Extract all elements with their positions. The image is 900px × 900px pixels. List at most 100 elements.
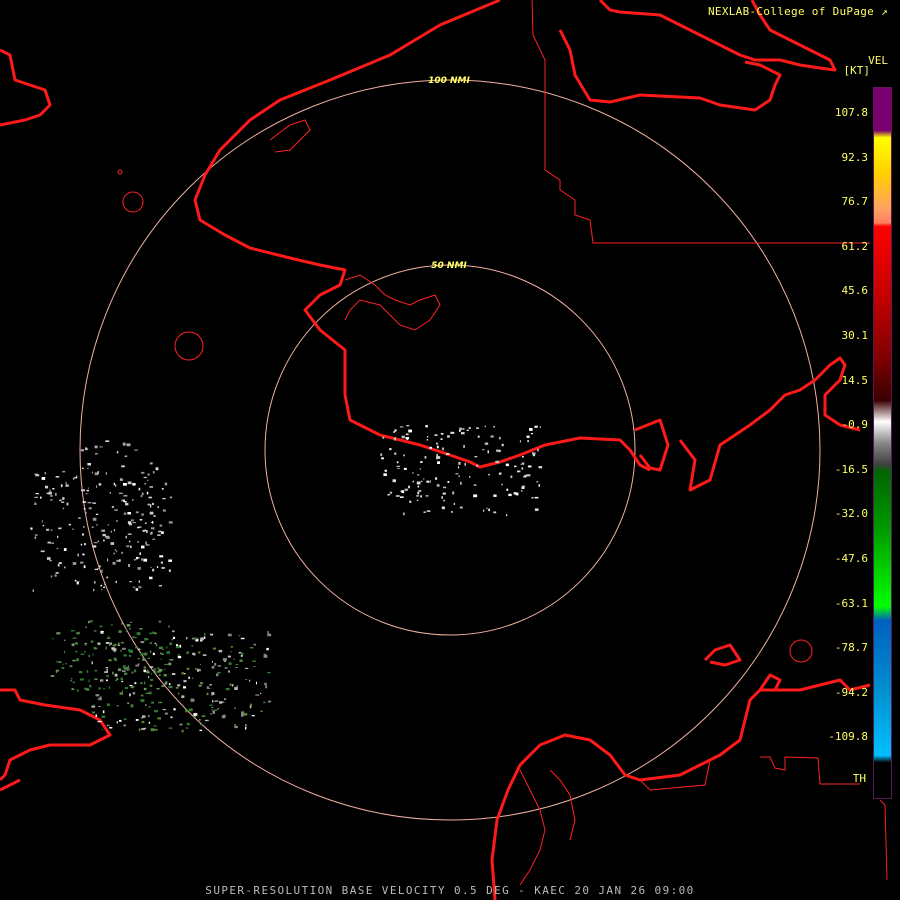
echo-pixel — [126, 624, 131, 627]
echo-pixel — [234, 687, 238, 690]
echo-pixel — [34, 536, 37, 539]
echo-pixel — [114, 673, 118, 677]
echo-pixel — [426, 436, 429, 438]
echo-pixel — [159, 555, 164, 558]
echo-pixel — [198, 651, 201, 654]
echo-pixel — [222, 658, 227, 661]
echo-pixel — [127, 533, 132, 535]
echo-pixel — [227, 655, 231, 658]
echo-pixel — [58, 527, 62, 530]
echo-pixel — [121, 681, 124, 683]
echo-pixel — [129, 545, 132, 549]
echo-pixel — [143, 476, 147, 479]
echo-pixel — [389, 448, 392, 451]
echo-pixel — [469, 476, 471, 478]
echo-pixel — [423, 478, 425, 480]
echo-pixel — [121, 465, 125, 468]
echo-pixel — [106, 703, 110, 707]
echo-pixel — [71, 678, 73, 680]
echo-pixel — [113, 482, 115, 486]
echo-pixel — [458, 461, 461, 465]
echo-pixel — [265, 685, 268, 689]
echo-pixel — [88, 679, 90, 683]
echo-pixel — [397, 468, 400, 469]
echo-pixel — [384, 469, 387, 472]
echo-pixel — [62, 470, 66, 473]
echo-pixel — [406, 425, 410, 427]
echo-pixel — [109, 724, 111, 727]
legend-tick: -94.2 — [834, 685, 868, 699]
echo-pixel — [107, 558, 109, 562]
echo-pixel — [147, 479, 149, 482]
echo-pixel — [139, 552, 141, 556]
echo-pixel — [125, 535, 127, 539]
echo-pixel — [267, 633, 272, 637]
legend-tick: 30.1 — [841, 329, 869, 342]
echo-pixel — [144, 529, 147, 531]
echo-pixel — [50, 499, 53, 501]
echo-pixel — [134, 449, 138, 451]
echo-pixel — [76, 631, 80, 635]
echo-pixel — [151, 502, 154, 505]
echo-pixel — [450, 431, 455, 434]
echo-pixel — [70, 630, 75, 632]
echo-pixel — [149, 486, 153, 488]
echo-pixel — [214, 662, 217, 666]
echo-pixel — [51, 542, 54, 544]
echo-pixel — [148, 706, 151, 708]
echo-pixel — [72, 562, 77, 565]
echo-pixel — [119, 719, 122, 722]
echo-pixel — [30, 527, 33, 530]
echo-pixel — [127, 665, 129, 668]
echo-pixel — [457, 466, 459, 469]
echo-pixel — [201, 715, 206, 717]
echo-pixel — [105, 646, 108, 650]
echo-pixel — [135, 664, 139, 667]
echo-pixel — [158, 646, 163, 650]
echo-pixel — [97, 471, 99, 474]
echo-pixel — [143, 652, 148, 656]
echo-pixel — [455, 473, 459, 475]
echo-pixel — [395, 495, 400, 497]
echo-pixel — [135, 647, 139, 649]
echo-pixel — [84, 543, 86, 546]
echo-pixel — [521, 490, 523, 492]
echo-pixel — [158, 620, 162, 623]
echo-pixel — [526, 435, 530, 438]
echo-pixel — [157, 534, 161, 536]
echo-pixel — [89, 620, 93, 623]
echo-pixel — [198, 684, 202, 687]
echo-pixel — [72, 681, 75, 683]
echo-pixel — [156, 688, 160, 690]
echo-pixel — [62, 507, 65, 509]
echo-pixel — [101, 569, 103, 573]
echo-pixel — [114, 643, 117, 646]
echo-pixel — [441, 506, 445, 510]
echo-pixel — [393, 431, 395, 433]
echo-pixel — [40, 496, 42, 499]
echo-pixel — [513, 492, 517, 495]
echo-pixel — [466, 429, 469, 431]
echo-pixel — [80, 449, 84, 452]
echo-pixel — [86, 688, 90, 691]
echo-pixel — [162, 498, 166, 500]
echo-pixel — [173, 708, 176, 711]
echo-pixel — [143, 669, 146, 673]
external-link-icon[interactable]: ↗ — [881, 5, 888, 18]
echo-pixel — [141, 720, 145, 724]
echo-pixel — [473, 484, 477, 486]
echo-pixel — [157, 506, 160, 509]
echo-pixel — [394, 452, 397, 455]
echo-pixel — [128, 628, 131, 630]
echo-pixel — [116, 550, 118, 553]
echo-pixel — [200, 637, 204, 641]
echo-pixel — [137, 648, 141, 650]
echo-pixel — [98, 687, 101, 690]
legend-tick: -63.1 — [834, 596, 868, 610]
echo-pixel — [181, 729, 184, 733]
echo-pixel — [267, 631, 269, 634]
echo-pixel — [64, 650, 66, 654]
echo-pixel — [135, 719, 139, 721]
echo-pixel — [62, 663, 64, 665]
echo-pixel — [149, 650, 152, 653]
